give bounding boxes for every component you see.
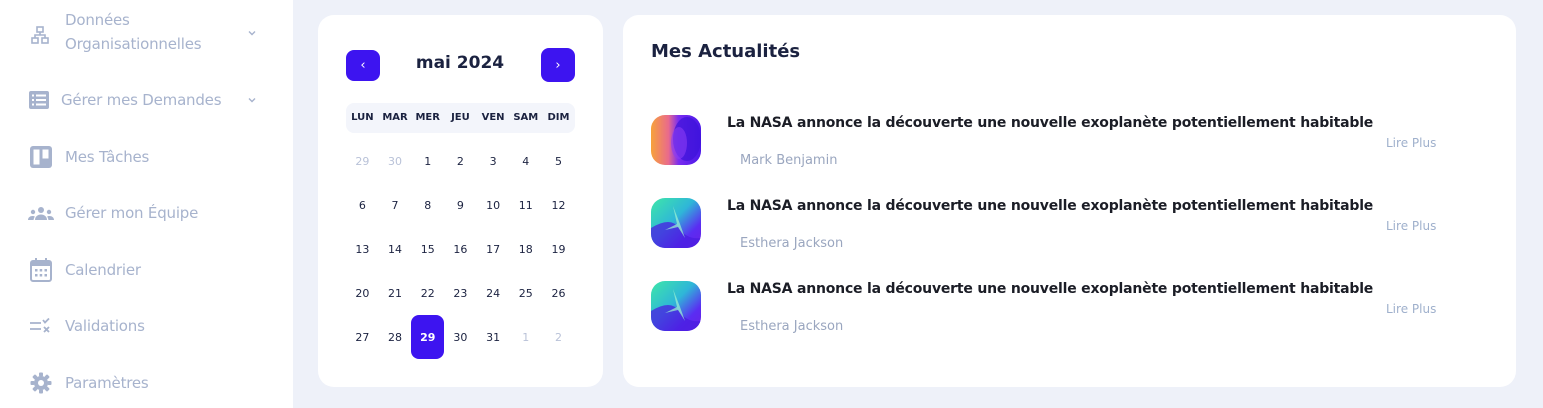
sidebar-item-label: Données xyxy=(65,11,130,29)
sidebar-item-label: Validations xyxy=(65,317,145,335)
sidebar-item-donnees-organisationnelles[interactable]: Données Organisationnelles xyxy=(0,11,293,58)
calendar-day[interactable]: 29 xyxy=(346,139,379,183)
calendar-day[interactable]: 8 xyxy=(411,183,444,227)
calendar-day[interactable]: 13 xyxy=(346,227,379,271)
news-author: Esthera Jackson xyxy=(740,319,844,334)
calendar-day[interactable]: 31 xyxy=(477,315,510,359)
calendar-day[interactable]: 18 xyxy=(509,227,542,271)
read-more-link[interactable]: Lire Plus xyxy=(1386,302,1436,316)
calendar-day[interactable]: 1 xyxy=(509,315,542,359)
calendar-day[interactable]: 3 xyxy=(477,139,510,183)
news-headline[interactable]: La NASA annonce la découverte une nouvel… xyxy=(727,198,1373,214)
gear-icon xyxy=(30,372,52,394)
calendar-week: 6 7 8 9 10 11 12 xyxy=(346,183,575,227)
news-author: Esthera Jackson xyxy=(740,236,844,251)
news-headline[interactable]: La NASA annonce la découverte une nouvel… xyxy=(727,115,1373,131)
calendar-day[interactable]: 23 xyxy=(444,271,477,315)
sidebar-item-mes-taches[interactable]: Mes Tâches xyxy=(0,137,293,177)
calendar-day[interactable]: 12 xyxy=(542,183,575,227)
calendar-day[interactable]: 9 xyxy=(444,183,477,227)
sidebar-item-gerer-mon-equipe[interactable]: Gérer mon Équipe xyxy=(0,193,293,233)
chevron-down-icon[interactable] xyxy=(245,93,259,107)
calendar-day[interactable]: 16 xyxy=(444,227,477,271)
read-more-link[interactable]: Lire Plus xyxy=(1386,136,1436,150)
weekday-label: SAM xyxy=(513,112,539,123)
sidebar-item-calendrier[interactable]: Calendrier xyxy=(0,250,293,290)
calendar-week: 20 21 22 23 24 25 26 xyxy=(346,271,575,315)
calendar-day[interactable]: 6 xyxy=(346,183,379,227)
chevron-down-icon[interactable] xyxy=(245,26,259,40)
chevron-left-icon: ‹ xyxy=(360,58,366,73)
news-thumbnail xyxy=(651,281,701,331)
news-thumbnail xyxy=(651,115,701,165)
calendar-day[interactable]: 11 xyxy=(509,183,542,227)
weekday-header: LUN MAR MER JEU VEN SAM DIM xyxy=(346,103,575,133)
weekday-label: DIM xyxy=(547,112,570,123)
calendar-day[interactable]: 17 xyxy=(477,227,510,271)
news-item: La NASA annonce la découverte une nouvel… xyxy=(651,198,1491,268)
calendar-grid: 29 30 1 2 3 4 5 6 7 8 9 10 11 12 13 14 1… xyxy=(346,139,575,359)
calendar-day[interactable]: 7 xyxy=(379,183,412,227)
sidebar-item-validations[interactable]: Validations xyxy=(0,306,293,346)
calendar-day[interactable]: 28 xyxy=(379,315,412,359)
weekday-label: MER xyxy=(415,112,440,123)
calendar-day[interactable]: 19 xyxy=(542,227,575,271)
sidebar-item-label: Paramètres xyxy=(65,374,149,392)
sidebar-item-label: Calendrier xyxy=(65,261,141,279)
weekday-label: JEU xyxy=(451,112,470,123)
validations-icon xyxy=(29,315,51,337)
calendar-day[interactable]: 14 xyxy=(379,227,412,271)
read-more-link[interactable]: Lire Plus xyxy=(1386,219,1436,233)
weekday-label: MAR xyxy=(382,112,408,123)
news-panel-title: Mes Actualités xyxy=(651,41,801,62)
calendar-month-label: mai 2024 xyxy=(415,53,505,73)
calendar-widget: ‹ mai 2024 › LUN MAR MER JEU VEN SAM DIM… xyxy=(318,15,603,387)
sidebar-item-label: Gérer mon Équipe xyxy=(65,204,199,222)
calendar-day[interactable]: 1 xyxy=(411,139,444,183)
news-author: Mark Benjamin xyxy=(740,153,838,168)
calendar-day-selected[interactable]: 29 xyxy=(411,315,445,359)
board-icon xyxy=(30,146,52,168)
sitemap-icon xyxy=(29,24,51,46)
calendar-day[interactable]: 30 xyxy=(444,315,477,359)
news-item: La NASA annonce la découverte une nouvel… xyxy=(651,281,1491,351)
calendar-day[interactable]: 27 xyxy=(346,315,379,359)
news-headline[interactable]: La NASA annonce la découverte une nouvel… xyxy=(727,281,1373,297)
calendar-day[interactable]: 21 xyxy=(379,271,412,315)
weekday-label: VEN xyxy=(481,112,505,123)
calendar-day[interactable]: 24 xyxy=(477,271,510,315)
sidebar-item-label: Mes Tâches xyxy=(65,148,150,166)
list-icon xyxy=(28,89,50,111)
calendar-week: 29 30 1 2 3 4 5 xyxy=(346,139,575,183)
calendar-week: 13 14 15 16 17 18 19 xyxy=(346,227,575,271)
sidebar-item-label: Gérer mes Demandes xyxy=(61,91,222,109)
sidebar-item-label: Organisationnelles xyxy=(65,35,202,53)
sidebar: Données Organisationnelles Gérer mes Dem… xyxy=(0,0,293,408)
calendar-day[interactable]: 5 xyxy=(542,139,575,183)
chevron-right-icon: › xyxy=(555,57,561,73)
calendar-day[interactable]: 20 xyxy=(346,271,379,315)
sidebar-item-parametres[interactable]: Paramètres xyxy=(0,363,293,403)
prev-month-button[interactable]: ‹ xyxy=(346,50,380,81)
sidebar-item-gerer-mes-demandes[interactable]: Gérer mes Demandes xyxy=(0,80,293,120)
calendar-day[interactable]: 15 xyxy=(411,227,444,271)
calendar-icon xyxy=(30,258,52,282)
calendar-day[interactable]: 22 xyxy=(411,271,444,315)
calendar-day[interactable]: 4 xyxy=(509,139,542,183)
news-panel: Mes Actualités La NASA annonce la découv… xyxy=(623,15,1516,387)
news-thumbnail xyxy=(651,198,701,248)
calendar-day[interactable]: 10 xyxy=(477,183,510,227)
calendar-day[interactable]: 2 xyxy=(542,315,575,359)
next-month-button[interactable]: › xyxy=(541,48,575,82)
news-item: La NASA annonce la découverte une nouvel… xyxy=(651,115,1491,185)
calendar-day[interactable]: 30 xyxy=(379,139,412,183)
calendar-week: 27 28 29 30 31 1 2 xyxy=(346,315,575,359)
team-icon xyxy=(28,202,54,224)
weekday-label: LUN xyxy=(351,112,374,123)
calendar-day[interactable]: 26 xyxy=(542,271,575,315)
calendar-day[interactable]: 2 xyxy=(444,139,477,183)
calendar-day[interactable]: 25 xyxy=(509,271,542,315)
